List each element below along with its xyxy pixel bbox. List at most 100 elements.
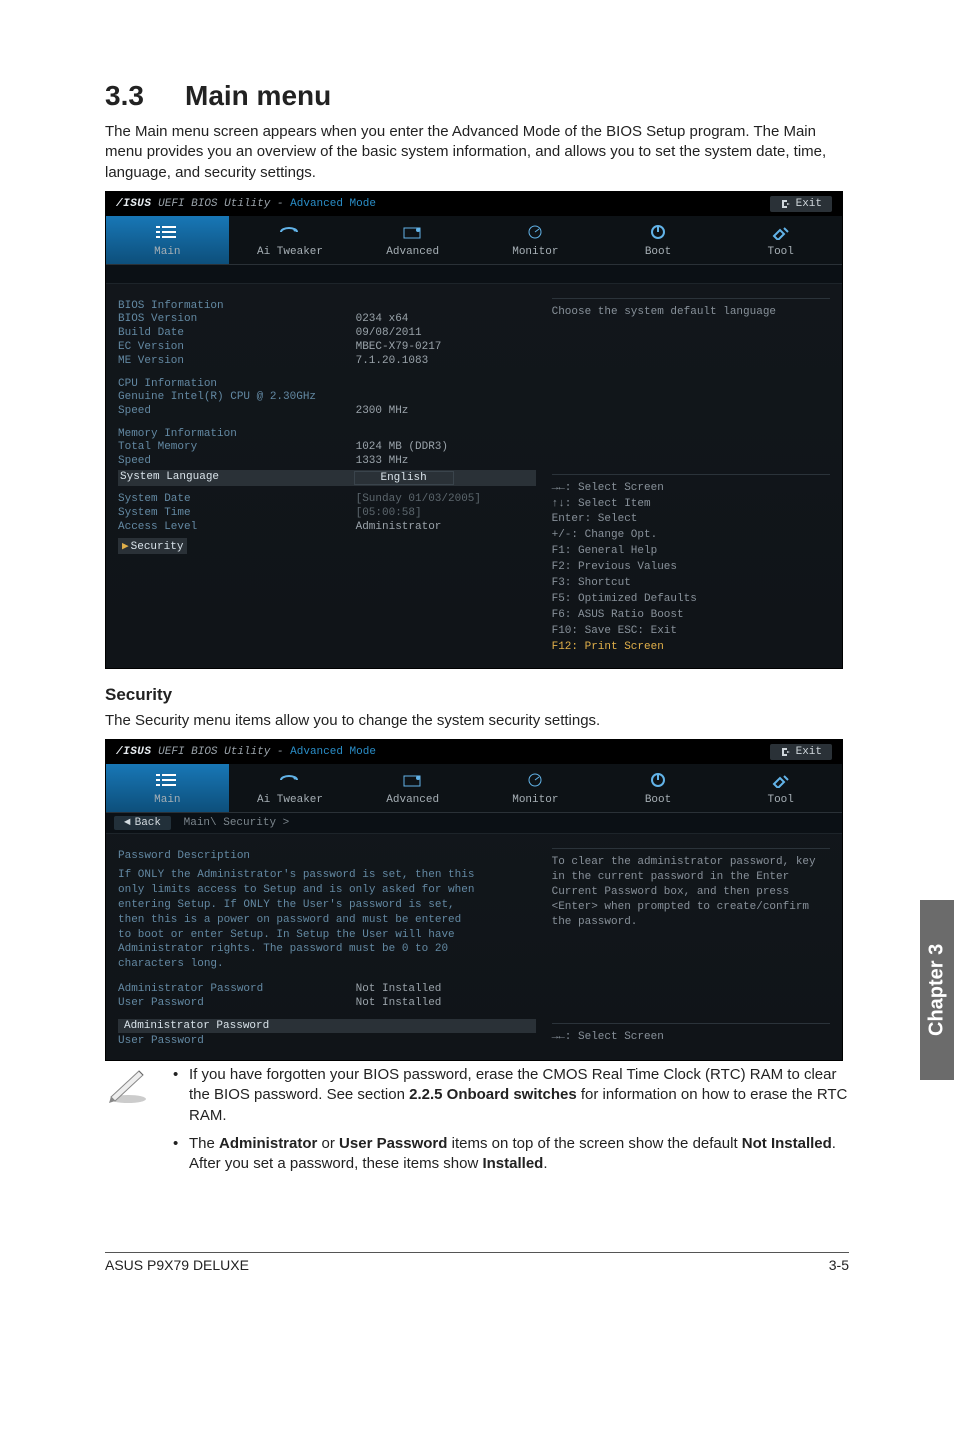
v: [Sunday 01/03/2005]: [356, 493, 536, 505]
t: Administrator: [219, 1135, 317, 1152]
hotkey-row: +/-: Change Opt.: [552, 528, 830, 544]
bios-substrip: ◄Back Main\ Security >: [106, 813, 842, 834]
tab-ai-tweaker[interactable]: Ai Tweaker: [229, 216, 352, 264]
power-icon: [647, 772, 669, 788]
t: The: [189, 1135, 219, 1152]
bios-titlebar: /ISUS UEFI BIOS Utility - Advanced Mode …: [106, 192, 842, 216]
help-text: Choose the system default language: [552, 305, 830, 320]
brand-logo-text: /ISUS: [116, 198, 152, 210]
tab-main-label: Main: [154, 794, 180, 806]
admin-password-link[interactable]: Administrator Password: [118, 1019, 536, 1033]
hotkey-row: →←: Select Screen: [552, 1030, 830, 1046]
user-password-link[interactable]: User Password: [118, 1034, 536, 1048]
bios-tabs: Main Ai Tweaker Advanced Monitor Boot To…: [106, 216, 842, 265]
footer-left: ASUS P9X79 DELUXE: [105, 1257, 249, 1273]
brand-logo-text: /ISUS: [116, 746, 152, 758]
title-mid: UEFI BIOS Utility -: [152, 198, 291, 210]
tab-advanced[interactable]: Advanced: [351, 216, 474, 264]
hotkey-row: F5: Optimized Defaults: [552, 592, 830, 608]
tab-boot[interactable]: Boot: [597, 216, 720, 264]
t: User Password: [339, 1135, 447, 1152]
language-value[interactable]: English: [354, 471, 454, 485]
admin-password-label: Administrator Password: [120, 1020, 269, 1032]
row-system-date[interactable]: System Date[Sunday 01/03/2005]: [118, 492, 536, 506]
hotkey-row: F6: ASUS Ratio Boost: [552, 608, 830, 624]
k: User Password: [118, 997, 356, 1009]
k: Access Level: [118, 521, 356, 533]
v: [05:00:58]: [356, 507, 536, 519]
bios-right-column: To clear the administrator password, key…: [548, 844, 830, 1048]
note-item: If you have forgotten your BIOS password…: [169, 1065, 849, 1126]
bios-body: Password Description If ONLY the Adminis…: [106, 834, 842, 1060]
tab-advanced[interactable]: Advanced: [351, 764, 474, 812]
security-intro: The Security menu items allow you to cha…: [105, 711, 849, 731]
back-button[interactable]: ◄Back: [114, 816, 171, 830]
v: [356, 391, 536, 403]
exit-button[interactable]: Exit: [770, 744, 832, 760]
v: 09/08/2011: [356, 327, 536, 339]
v: 0234 x64: [356, 313, 536, 325]
heading-number: 3.3: [105, 80, 185, 112]
tab-tool[interactable]: Tool: [719, 764, 842, 812]
v: 7.1.20.1083: [356, 355, 536, 367]
k: EC Version: [118, 341, 356, 353]
t: Installed: [482, 1155, 543, 1172]
tab-monitor[interactable]: Monitor: [474, 216, 597, 264]
row-total-memory: Total Memory1024 MB (DDR3): [118, 440, 536, 454]
tab-ai-tweaker-label: Ai Tweaker: [257, 246, 323, 258]
bios-substrip: [106, 265, 842, 284]
security-submenu-link[interactable]: ▶Security: [118, 538, 187, 554]
monitor-icon: [524, 224, 546, 240]
advanced-icon: [402, 772, 424, 788]
help-text: To clear the administrator password, key…: [552, 855, 830, 929]
v: Administrator: [356, 521, 536, 533]
bios-right-column: Choose the system default language →←: S…: [548, 294, 830, 656]
tab-tool-label: Tool: [767, 246, 793, 258]
v: 1024 MB (DDR3): [356, 441, 536, 453]
password-description-head: Password Description: [118, 850, 536, 862]
t: Not Installed: [742, 1135, 832, 1152]
group-memory-info-head: Memory Information: [118, 428, 536, 440]
hotkey-row: F3: Shortcut: [552, 576, 830, 592]
title-mode: Advanced Mode: [290, 746, 376, 758]
notes-block: If you have forgotten your BIOS password…: [105, 1065, 849, 1182]
tweaker-icon: [279, 772, 301, 788]
row-bios-version: BIOS Version0234 x64: [118, 312, 536, 326]
row-system-time[interactable]: System Time[05:00:58]: [118, 506, 536, 520]
t: or: [317, 1135, 339, 1152]
list-icon: [156, 772, 178, 788]
v: MBEC-X79-0217: [356, 341, 536, 353]
t: items on top of the screen show the defa…: [447, 1135, 741, 1152]
page-heading: 3.3Main menu: [105, 80, 849, 112]
back-arrow-icon: ◄: [124, 817, 131, 829]
k: Build Date: [118, 327, 356, 339]
tab-tool-label: Tool: [767, 794, 793, 806]
security-heading: Security: [105, 685, 849, 705]
bios-main-panel: /ISUS UEFI BIOS Utility - Advanced Mode …: [105, 191, 843, 669]
tab-ai-tweaker[interactable]: Ai Tweaker: [229, 764, 352, 812]
tool-icon: [770, 224, 792, 240]
exit-button[interactable]: Exit: [770, 196, 832, 212]
k: BIOS Version: [118, 313, 356, 325]
bios-titlebar: /ISUS UEFI BIOS Utility - Advanced Mode …: [106, 740, 842, 764]
list-icon: [156, 224, 178, 240]
tab-main[interactable]: Main: [106, 216, 229, 264]
hotkey-row: →←: Select Screen: [552, 481, 830, 497]
tab-tool[interactable]: Tool: [719, 216, 842, 264]
k: System Language: [120, 471, 354, 485]
exit-icon: [780, 198, 792, 210]
row-access-level: Access LevelAdministrator: [118, 520, 536, 534]
hotkey-row: F1: General Help: [552, 544, 830, 560]
group-bios-info-head: BIOS Information: [118, 300, 536, 312]
tab-boot[interactable]: Boot: [597, 764, 720, 812]
password-description-body: If ONLY the Administrator's password is …: [118, 868, 478, 972]
heading-title: Main menu: [185, 80, 331, 111]
row-system-language[interactable]: System LanguageEnglish: [118, 470, 536, 486]
tab-main[interactable]: Main: [106, 764, 229, 812]
tab-monitor[interactable]: Monitor: [474, 764, 597, 812]
exit-label: Exit: [796, 746, 822, 758]
exit-icon: [780, 746, 792, 758]
tweaker-icon: [279, 224, 301, 240]
tab-main-label: Main: [154, 246, 180, 258]
chevron-right-icon: ▶: [122, 541, 129, 553]
